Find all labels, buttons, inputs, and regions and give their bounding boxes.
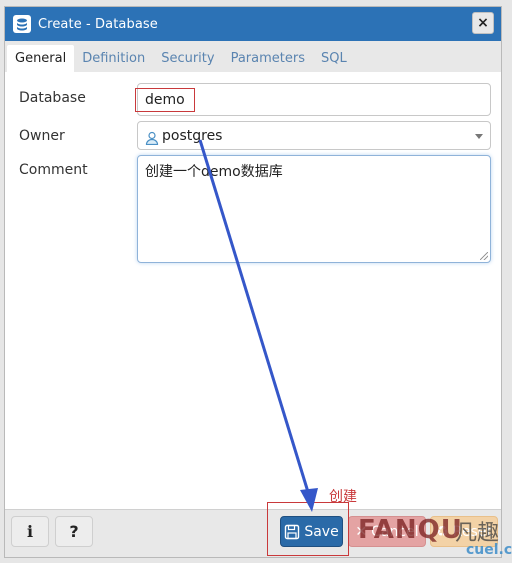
save-highlight-box: [267, 502, 349, 556]
tab-definition[interactable]: Definition: [74, 45, 153, 72]
chevron-down-icon[interactable]: [475, 134, 483, 139]
database-highlight-box: [135, 88, 195, 112]
create-database-dialog: Create - Database × General Definition S…: [4, 6, 502, 558]
owner-value: postgres: [162, 127, 223, 144]
resize-handle[interactable]: [480, 252, 488, 260]
tab-security[interactable]: Security: [153, 45, 222, 72]
watermark-domain: cuel.cn: [466, 542, 512, 558]
user-icon: [145, 131, 159, 145]
watermark-brand: FANQU: [358, 515, 463, 545]
close-icon: ×: [477, 15, 489, 31]
tab-general[interactable]: General: [7, 45, 75, 72]
comment-value: 创建一个demo数据库: [145, 164, 283, 180]
tab-bar: General Definition Security Parameters S…: [5, 41, 501, 72]
help-button[interactable]: ?: [55, 516, 93, 547]
info-button[interactable]: i: [11, 516, 49, 547]
tab-parameters[interactable]: Parameters: [223, 45, 313, 72]
owner-select[interactable]: postgres: [137, 121, 491, 150]
database-label: Database: [19, 90, 86, 106]
comment-textarea[interactable]: 创建一个demo数据库: [137, 155, 491, 263]
info-icon: i: [26, 522, 34, 541]
owner-label: Owner: [19, 128, 65, 144]
comment-label: Comment: [19, 162, 88, 178]
close-button[interactable]: ×: [472, 12, 494, 34]
database-icon: [13, 15, 31, 33]
dialog-title: Create - Database: [38, 16, 158, 32]
annotation-label: 创建: [329, 489, 357, 505]
dialog-titlebar[interactable]: Create - Database ×: [5, 7, 501, 41]
tab-sql[interactable]: SQL: [313, 45, 355, 72]
help-icon: ?: [69, 522, 79, 541]
